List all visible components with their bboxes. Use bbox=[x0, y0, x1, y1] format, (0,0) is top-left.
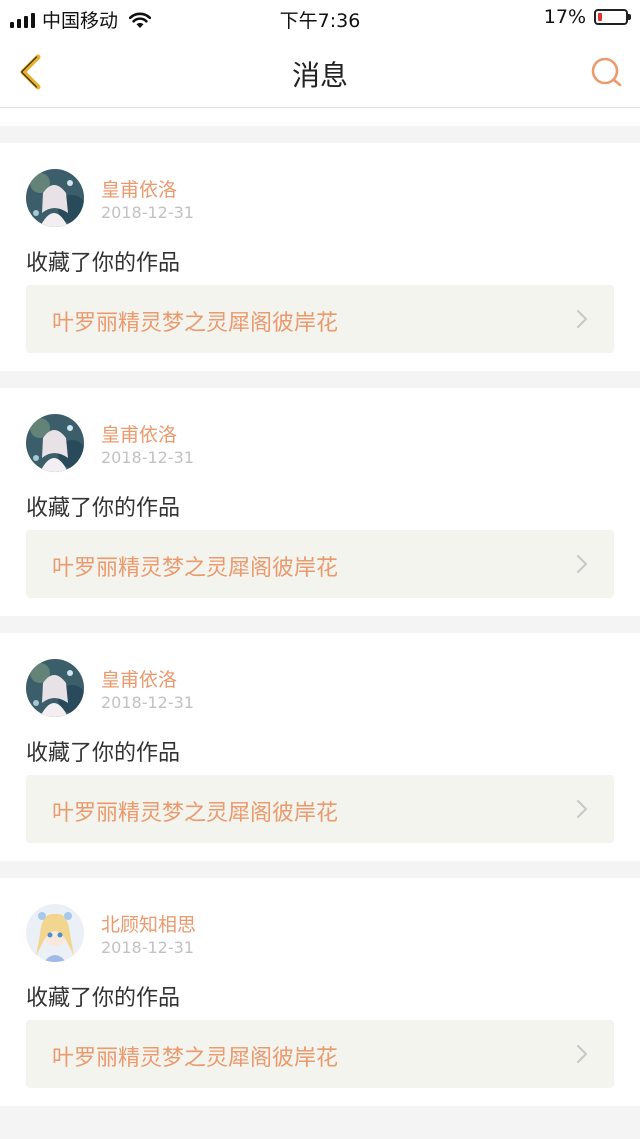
user-name[interactable]: 皇甫依洛 bbox=[101, 175, 177, 202]
avatar-anime-girl-icon[interactable] bbox=[26, 904, 84, 962]
avatar-fairy-icon[interactable] bbox=[26, 414, 84, 472]
message-card: 皇甫依洛 2018-12-31 收藏了你的作品 叶罗丽精灵梦之灵犀阁彼岸花 bbox=[0, 388, 640, 616]
work-title: 叶罗丽精灵梦之灵犀阁彼岸花 bbox=[52, 1046, 339, 1071]
work-link[interactable]: 叶罗丽精灵梦之灵犀阁彼岸花 bbox=[26, 285, 614, 353]
battery-percent: 17% bbox=[543, 6, 586, 28]
work-link[interactable]: 叶罗丽精灵梦之灵犀阁彼岸花 bbox=[26, 775, 614, 843]
work-title: 叶罗丽精灵梦之灵犀阁彼岸花 bbox=[52, 311, 339, 336]
chevron-right-icon bbox=[577, 555, 587, 573]
user-name[interactable]: 北顾知相思 bbox=[101, 910, 196, 937]
work-title: 叶罗丽精灵梦之灵犀阁彼岸花 bbox=[52, 801, 339, 826]
message-date: 2018-12-31 bbox=[101, 693, 194, 712]
work-link[interactable]: 叶罗丽精灵梦之灵犀阁彼岸花 bbox=[26, 1020, 614, 1088]
message-text: 收藏了你的作品 bbox=[26, 251, 181, 276]
page-title: 消息 bbox=[291, 59, 348, 92]
search-icon bbox=[591, 57, 622, 87]
user-name[interactable]: 皇甫依洛 bbox=[101, 420, 177, 447]
message-card: 水月镜花_405402644 2018-12-31 收藏了你的作品 叶罗丽精灵梦… bbox=[0, 108, 640, 126]
work-link[interactable]: 叶罗丽精灵梦之灵犀阁彼岸花 bbox=[26, 530, 614, 598]
chevron-left-icon bbox=[20, 54, 41, 90]
screen: 中国移动 下午7:36 17% 消息 皇甫依洛 2018-12-31 收藏了你的… bbox=[0, 0, 640, 1139]
message-card: 皇甫依洛 2018-12-31 收藏了你的作品 叶罗丽精灵梦之灵犀阁彼岸花 bbox=[0, 143, 640, 371]
chevron-right-icon bbox=[577, 310, 587, 328]
chevron-right-icon bbox=[577, 1045, 587, 1063]
nav-bar: 消息 bbox=[0, 36, 640, 108]
back-button[interactable] bbox=[14, 52, 50, 92]
search-button[interactable] bbox=[588, 54, 626, 92]
avatar-fairy-icon[interactable] bbox=[26, 169, 84, 227]
message-text: 收藏了你的作品 bbox=[26, 741, 181, 766]
message-date: 2018-12-31 bbox=[101, 203, 194, 222]
avatar-fairy-icon[interactable] bbox=[26, 659, 84, 717]
message-text: 收藏了你的作品 bbox=[26, 496, 181, 521]
battery-level bbox=[598, 13, 602, 21]
message-date: 2018-12-31 bbox=[101, 448, 194, 467]
battery-icon bbox=[594, 9, 631, 25]
message-card: 北顾知相思 2018-12-31 收藏了你的作品 叶罗丽精灵梦之灵犀阁彼岸花 bbox=[0, 878, 640, 1106]
message-list-inner: 水月镜花_405402644 2018-12-31 收藏了你的作品 叶罗丽精灵梦… bbox=[0, 108, 640, 1123]
user-name[interactable]: 皇甫依洛 bbox=[101, 665, 177, 692]
chevron-right-icon bbox=[577, 800, 587, 818]
message-card: 皇甫依洛 2018-12-31 收藏了你的作品 叶罗丽精灵梦之灵犀阁彼岸花 bbox=[0, 633, 640, 861]
status-right: 17% bbox=[543, 6, 631, 28]
message-text: 收藏了你的作品 bbox=[26, 986, 181, 1011]
work-title: 叶罗丽精灵梦之灵犀阁彼岸花 bbox=[52, 556, 339, 581]
status-bar: 中国移动 下午7:36 17% bbox=[0, 0, 640, 36]
message-date: 2018-12-31 bbox=[101, 938, 194, 957]
message-list[interactable]: 水月镜花_405402644 2018-12-31 收藏了你的作品 叶罗丽精灵梦… bbox=[0, 108, 640, 1139]
